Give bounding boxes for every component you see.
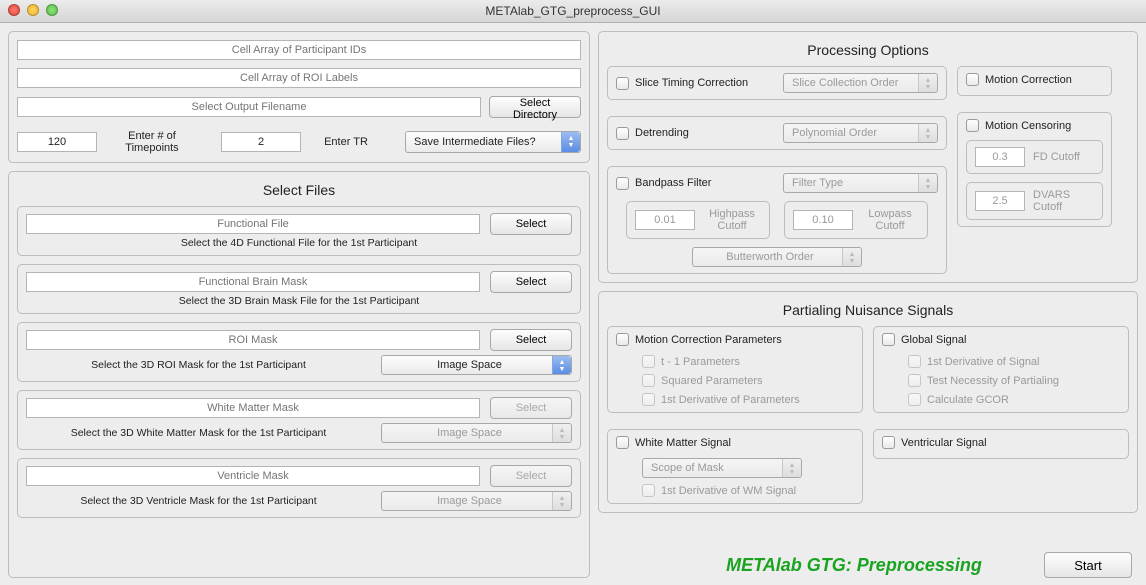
functional-file-input[interactable] xyxy=(26,214,480,234)
brain-mask-input[interactable] xyxy=(26,272,480,292)
ventricular-signal-checkbox[interactable]: Ventricular Signal xyxy=(882,436,987,449)
setup-panel: Select Directory Enter # of Timepoints E… xyxy=(8,31,590,163)
bandpass-checkbox[interactable]: Bandpass Filter xyxy=(616,177,711,190)
wm-mask-select-button: Select xyxy=(490,397,572,419)
tr-label: Enter TR xyxy=(311,136,381,148)
ventricle-mask-select-button: Select xyxy=(490,465,572,487)
dvars-input xyxy=(975,191,1025,211)
slice-timing-checkbox[interactable]: Slice Timing Correction xyxy=(616,77,748,90)
wm-mask-block: Select Select the 3D White Matter Mask f… xyxy=(17,390,581,450)
roi-mask-block: Select Select the 3D ROI Mask for the 1s… xyxy=(17,322,581,382)
select-directory-button[interactable]: Select Directory xyxy=(489,96,581,118)
ventricle-space-select: Image Space ▲▼ xyxy=(381,491,572,511)
window-minimize-icon[interactable] xyxy=(27,4,39,16)
motion-params-checkbox[interactable]: Motion Correction Parameters xyxy=(616,333,782,346)
slice-order-select: Slice Collection Order ▲▼ xyxy=(783,73,938,93)
butterworth-select: Butterworth Order ▲▼ xyxy=(692,247,862,267)
functional-file-block: Select Select the 4D Functional File for… xyxy=(17,206,581,256)
scope-select: Scope of Mask ▲▼ xyxy=(642,458,802,478)
wm-signal-checkbox[interactable]: White Matter Signal xyxy=(616,436,731,449)
wm-signal-block: White Matter Signal Scope of Mask ▲▼ 1st… xyxy=(607,429,863,504)
roi-labels-input[interactable] xyxy=(17,68,581,88)
functional-file-desc: Select the 4D Functional File for the 1s… xyxy=(26,237,572,249)
save-intermediate-select[interactable]: Save Intermediate Files? ▲▼ xyxy=(405,131,581,153)
chevron-updown-icon: ▲▼ xyxy=(786,461,798,477)
timepoints-input[interactable] xyxy=(17,132,97,152)
select-files-panel: Select Files Select Select the 4D Functi… xyxy=(8,171,590,578)
chevron-updown-icon: ▲▼ xyxy=(846,250,858,266)
timepoints-label: Enter # of Timepoints xyxy=(107,130,197,154)
chevron-updown-icon: ▲▼ xyxy=(556,358,568,374)
global-signal-checkbox[interactable]: Global Signal xyxy=(882,333,966,346)
window-title: METAlab_GTG_preprocess_GUI xyxy=(485,4,660,18)
lowpass-label: Lowpass Cutoff xyxy=(861,208,919,232)
roi-space-select[interactable]: Image Space ▲▼ xyxy=(381,355,572,375)
poly-order-select: Polynomial Order ▲▼ xyxy=(783,123,938,143)
wm-mask-desc: Select the 3D White Matter Mask for the … xyxy=(26,427,371,439)
chevron-updown-icon: ▲▼ xyxy=(565,134,577,150)
chevron-updown-icon: ▲▼ xyxy=(922,76,934,92)
window-close-icon[interactable] xyxy=(8,4,20,16)
brain-mask-block: Select Select the 3D Brain Mask File for… xyxy=(17,264,581,314)
processing-title: Processing Options xyxy=(607,42,1129,58)
chevron-updown-icon: ▲▼ xyxy=(556,494,568,510)
brain-mask-select-button[interactable]: Select xyxy=(490,271,572,293)
t1-params-checkbox: t - 1 Parameters xyxy=(642,355,854,368)
roi-mask-select-button[interactable]: Select xyxy=(490,329,572,351)
functional-select-button[interactable]: Select xyxy=(490,213,572,235)
squared-params-checkbox: Squared Parameters xyxy=(642,374,854,387)
highpass-label: Highpass Cutoff xyxy=(703,208,761,232)
participant-ids-input[interactable] xyxy=(17,40,581,60)
motion-params-block: Motion Correction Parameters t - 1 Param… xyxy=(607,326,863,413)
start-button[interactable]: Start xyxy=(1044,552,1132,578)
ventricle-mask-input xyxy=(26,466,480,486)
filter-type-select: Filter Type ▲▼ xyxy=(783,173,938,193)
motion-censoring-checkbox[interactable]: Motion Censoring xyxy=(966,119,1103,132)
partialing-panel: Partialing Nuisance Signals Motion Corre… xyxy=(598,291,1138,513)
fd-label: FD Cutoff xyxy=(1033,151,1080,163)
ventricle-mask-block: Select Select the 3D Ventricle Mask for … xyxy=(17,458,581,518)
brain-mask-desc: Select the 3D Brain Mask File for the 1s… xyxy=(26,295,572,307)
first-deriv-wm-checkbox: 1st Derivative of WM Signal xyxy=(642,484,854,497)
window-zoom-icon[interactable] xyxy=(46,4,58,16)
dvars-label: DVARS Cutoff xyxy=(1033,189,1094,213)
test-necessity-checkbox: Test Necessity of Partialing xyxy=(908,374,1120,387)
wm-mask-input xyxy=(26,398,480,418)
motion-correction-checkbox[interactable]: Motion Correction xyxy=(966,73,1072,86)
output-filename-input[interactable] xyxy=(17,97,481,117)
fd-input xyxy=(975,147,1025,167)
gcor-checkbox: Calculate GCOR xyxy=(908,393,1120,406)
partialing-title: Partialing Nuisance Signals xyxy=(607,302,1129,318)
ventricular-signal-block: Ventricular Signal xyxy=(873,429,1129,459)
first-deriv-signal-checkbox: 1st Derivative of Signal xyxy=(908,355,1120,368)
chevron-updown-icon: ▲▼ xyxy=(922,176,934,192)
processing-options-panel: Processing Options Slice Timing Correcti… xyxy=(598,31,1138,283)
select-files-title: Select Files xyxy=(17,182,581,198)
chevron-updown-icon: ▲▼ xyxy=(922,126,934,142)
ventricle-mask-desc: Select the 3D Ventricle Mask for the 1st… xyxy=(26,495,371,507)
brand-label: METAlab GTG: Preprocessing xyxy=(726,555,982,575)
first-deriv-params-checkbox: 1st Derivative of Parameters xyxy=(642,393,854,406)
lowpass-input xyxy=(793,210,853,230)
roi-mask-input[interactable] xyxy=(26,330,480,350)
detrending-checkbox[interactable]: Detrending xyxy=(616,127,689,140)
tr-input[interactable] xyxy=(221,132,301,152)
roi-mask-desc: Select the 3D ROI Mask for the 1st Parti… xyxy=(26,359,371,371)
highpass-input xyxy=(635,210,695,230)
global-signal-block: Global Signal 1st Derivative of Signal T… xyxy=(873,326,1129,413)
bandpass-block: Bandpass Filter Filter Type ▲▼ Highpass … xyxy=(607,166,947,274)
wm-space-select: Image Space ▲▼ xyxy=(381,423,572,443)
chevron-updown-icon: ▲▼ xyxy=(556,426,568,442)
